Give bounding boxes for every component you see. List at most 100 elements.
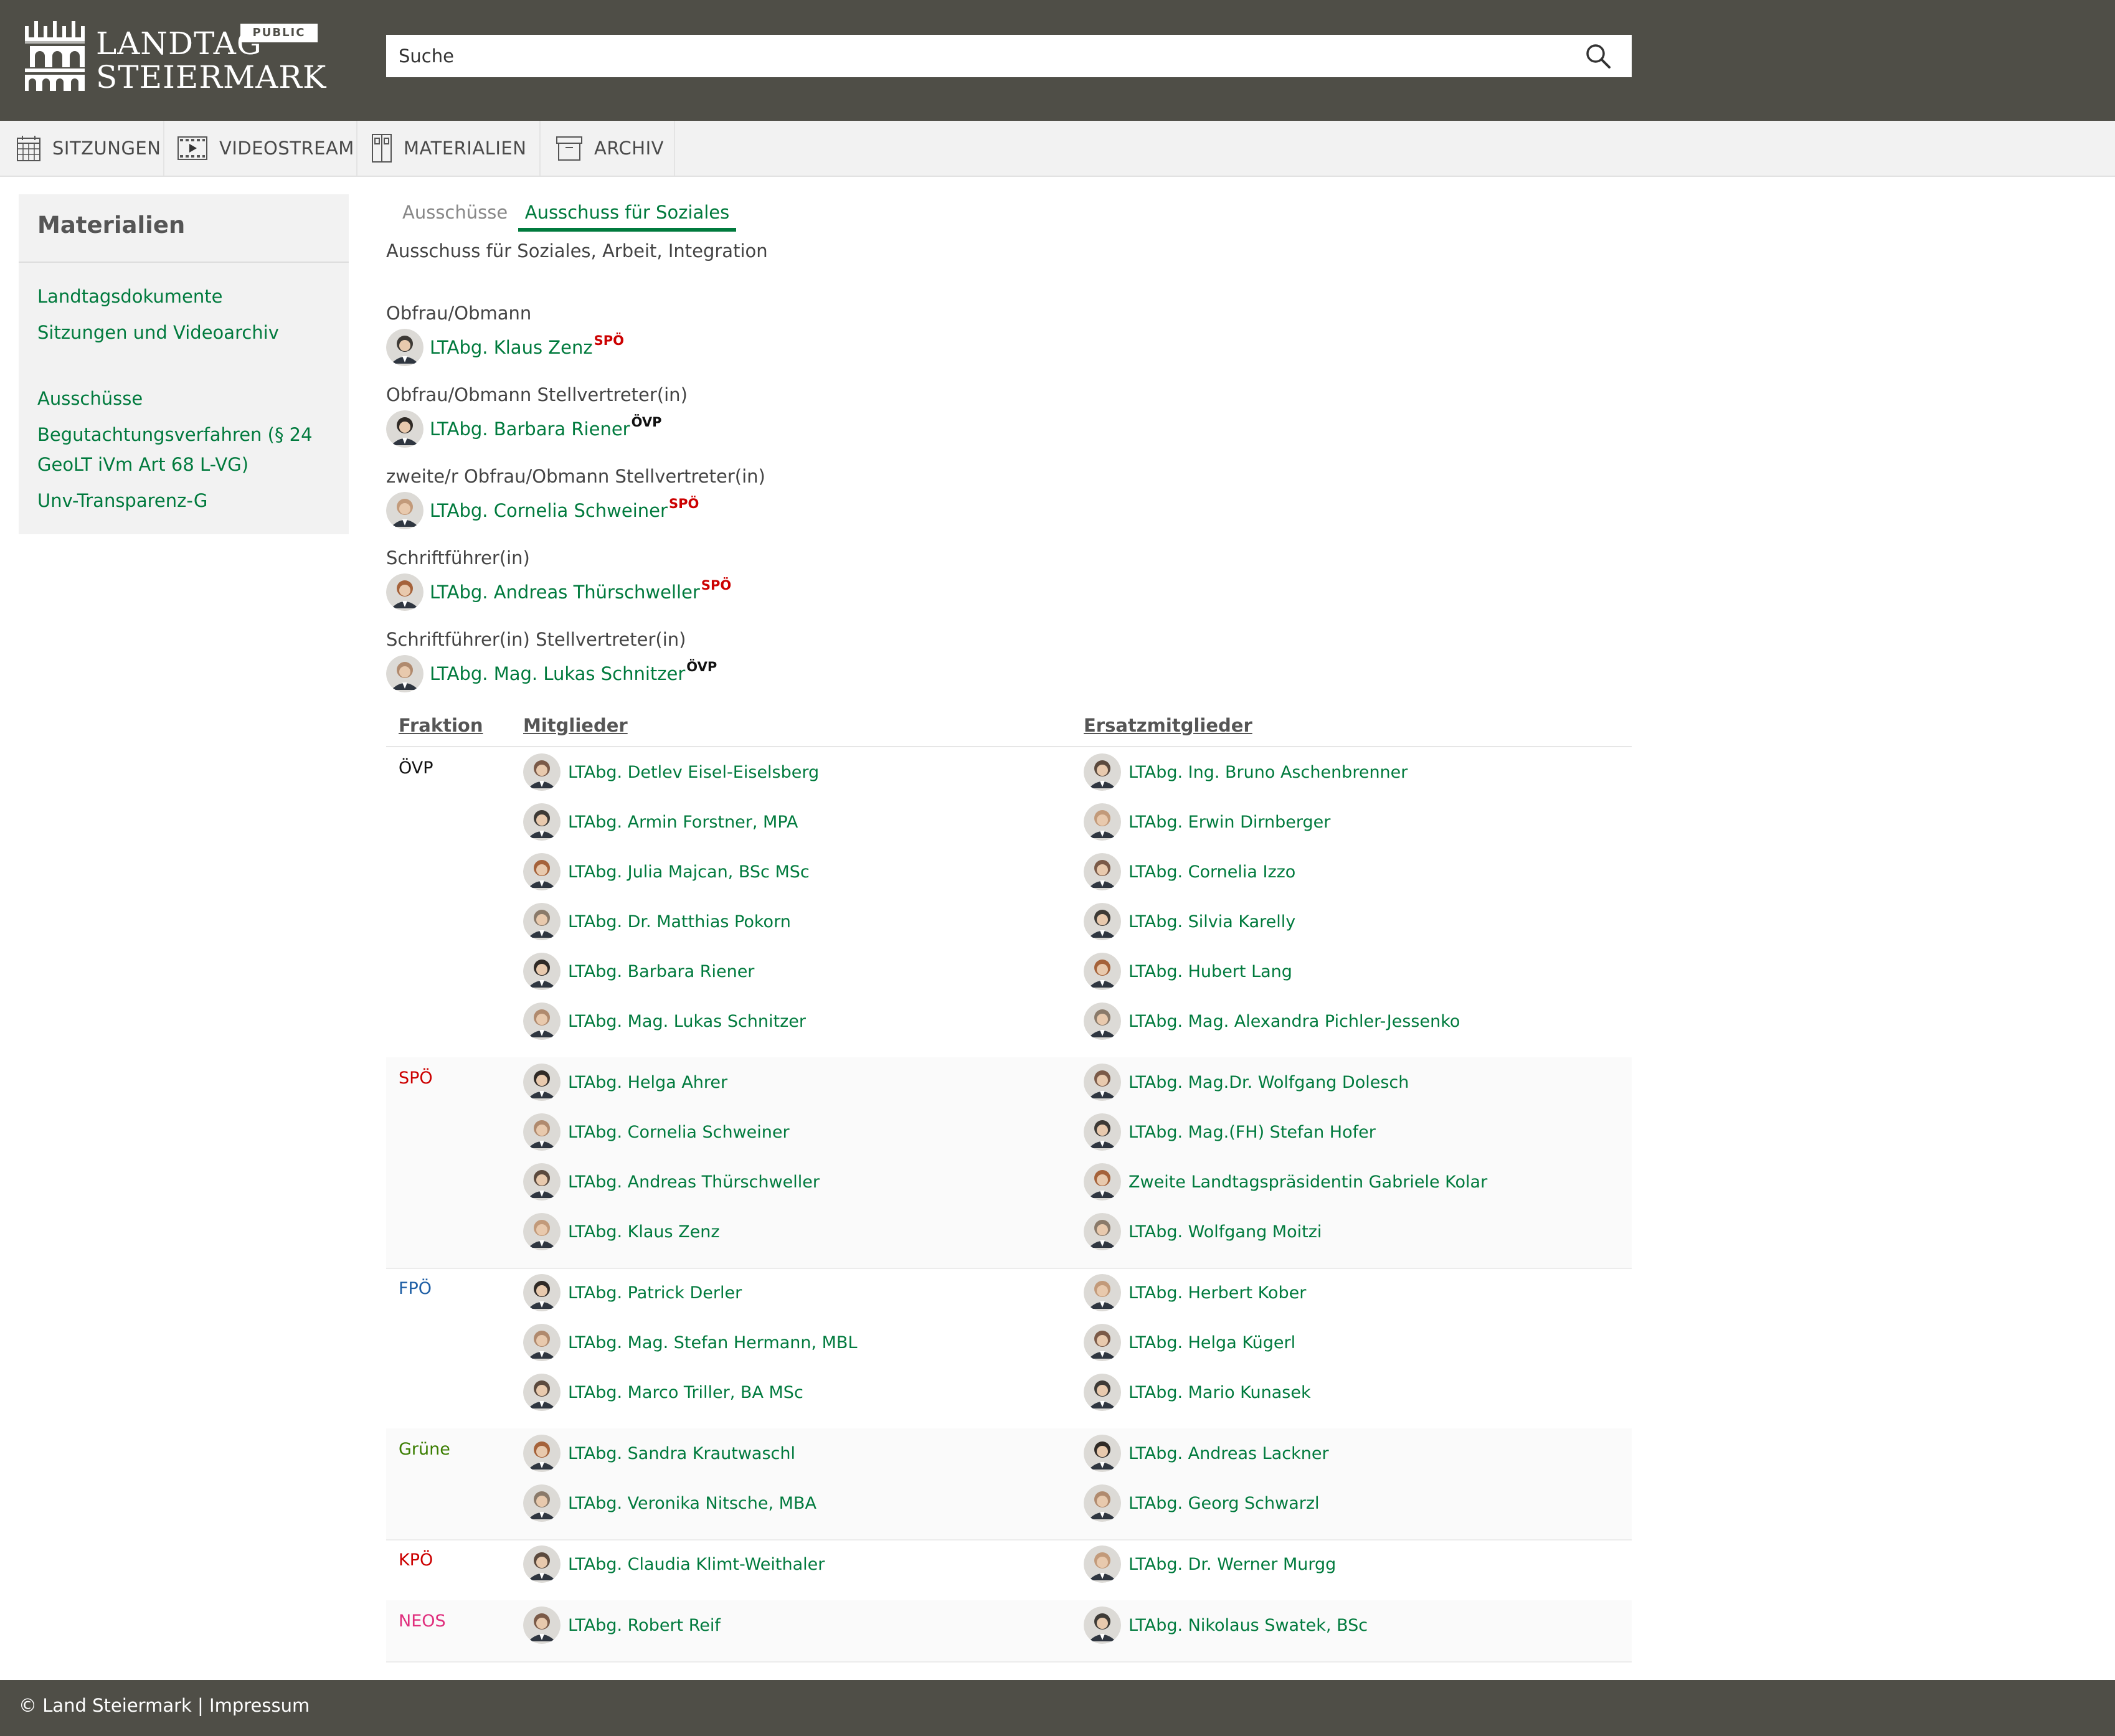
member-name-link[interactable]: LTAbg. Mag. Stefan Hermann, MBL [568, 1333, 858, 1352]
person-name[interactable]: LTAbg. Mag. Lukas Schnitzer [430, 663, 685, 684]
member-entry[interactable]: LTAbg. Cornelia Izzo [1084, 853, 1295, 890]
member-name-link[interactable]: LTAbg. Nikolaus Swatek, BSc [1128, 1616, 1368, 1635]
member-name-link[interactable]: Zweite Landtagspräsidentin Gabriele Kola… [1128, 1172, 1487, 1192]
member-entry[interactable]: LTAbg. Claudia Klimt-Weithaler [523, 1545, 825, 1583]
member-entry[interactable]: LTAbg. Patrick Derler [523, 1274, 742, 1311]
role-person[interactable]: LTAbg. Andreas ThürschwellerSPÖ [386, 573, 731, 611]
member-name-link[interactable]: LTAbg. Patrick Derler [568, 1283, 742, 1303]
sidebar-link-sitzungen-videoarchiv[interactable]: Sitzungen und Videoarchiv [37, 318, 330, 347]
member-name-link[interactable]: LTAbg. Andreas Thürschweller [568, 1172, 820, 1192]
member-entry[interactable]: LTAbg. Veronika Nitsche, MBA [523, 1484, 816, 1522]
member-entry[interactable]: LTAbg. Sandra Krautwaschl [523, 1435, 795, 1472]
member-entry[interactable]: LTAbg. Helga Ahrer [523, 1064, 727, 1101]
member-name-link[interactable]: LTAbg. Julia Majcan, BSc MSc [568, 862, 810, 882]
member-entry[interactable]: LTAbg. Mario Kunasek [1084, 1374, 1311, 1411]
person-link[interactable]: LTAbg. Mag. Lukas SchnitzerÖVP [430, 659, 717, 684]
member-entry[interactable]: Zweite Landtagspräsidentin Gabriele Kola… [1084, 1163, 1487, 1201]
person-name[interactable]: LTAbg. Klaus Zenz [430, 337, 593, 358]
person-name[interactable]: LTAbg. Cornelia Schweiner [430, 500, 668, 521]
member-name-link[interactable]: LTAbg. Dr. Werner Murgg [1128, 1555, 1336, 1574]
member-name-link[interactable]: LTAbg. Mag. Alexandra Pichler-Jessenko [1128, 1012, 1460, 1031]
member-entry[interactable]: LTAbg. Mag. Alexandra Pichler-Jessenko [1084, 1002, 1460, 1040]
member-entry[interactable]: LTAbg. Andreas Lackner [1084, 1435, 1329, 1472]
member-name-link[interactable]: LTAbg. Hubert Lang [1128, 962, 1292, 981]
member-name-link[interactable]: LTAbg. Armin Forstner, MPA [568, 813, 798, 832]
nav-sitzungen[interactable]: SITZUNGEN [0, 121, 164, 176]
search-icon[interactable] [1584, 42, 1612, 70]
member-name-link[interactable]: LTAbg. Cornelia Izzo [1128, 862, 1295, 882]
member-entry[interactable]: LTAbg. Andreas Thürschweller [523, 1163, 820, 1201]
member-entry[interactable]: LTAbg. Nikolaus Swatek, BSc [1084, 1606, 1368, 1644]
role-person[interactable]: LTAbg. Mag. Lukas SchnitzerÖVP [386, 655, 717, 692]
member-entry[interactable]: LTAbg. Ing. Bruno Aschenbrenner [1084, 753, 1408, 791]
member-name-link[interactable]: LTAbg. Dr. Matthias Pokorn [568, 912, 791, 932]
member-name-link[interactable]: LTAbg. Silvia Karelly [1128, 912, 1295, 932]
member-name-link[interactable]: LTAbg. Wolfgang Moitzi [1128, 1222, 1322, 1242]
member-entry[interactable]: LTAbg. Erwin Dirnberger [1084, 803, 1330, 841]
member-name-link[interactable]: LTAbg. Ing. Bruno Aschenbrenner [1128, 763, 1408, 782]
member-entry[interactable]: LTAbg. Hubert Lang [1084, 953, 1292, 990]
member-entry[interactable]: LTAbg. Mag. Stefan Hermann, MBL [523, 1324, 858, 1361]
member-entry[interactable]: LTAbg. Klaus Zenz [523, 1213, 720, 1250]
sidebar-link-unv-transparenz[interactable]: Unv-Transparenz-G [37, 486, 330, 516]
member-entry[interactable]: LTAbg. Marco Triller, BA MSc [523, 1374, 803, 1411]
column-header-mitglieder[interactable]: Mitglieder [523, 710, 628, 741]
member-name-link[interactable]: LTAbg. Erwin Dirnberger [1128, 813, 1330, 832]
member-entry[interactable]: LTAbg. Dr. Matthias Pokorn [523, 903, 791, 940]
member-entry[interactable]: LTAbg. Robert Reif [523, 1606, 721, 1644]
person-link[interactable]: LTAbg. Barbara RienerÖVP [430, 415, 662, 440]
member-entry[interactable]: LTAbg. Herbert Kober [1084, 1274, 1306, 1311]
member-entry[interactable]: LTAbg. Georg Schwarzl [1084, 1484, 1320, 1522]
person-link[interactable]: LTAbg. Klaus ZenzSPÖ [430, 333, 624, 358]
sidebar-link-ausschuesse[interactable]: Ausschüsse [37, 384, 330, 413]
column-header-fraktion[interactable]: Fraktion [399, 710, 483, 741]
member-entry[interactable]: LTAbg. Mag.(FH) Stefan Hofer [1084, 1113, 1376, 1151]
member-name-link[interactable]: LTAbg. Cornelia Schweiner [568, 1123, 790, 1142]
member-entry[interactable]: LTAbg. Barbara Riener [523, 953, 754, 990]
member-entry[interactable]: LTAbg. Dr. Werner Murgg [1084, 1545, 1336, 1583]
person-name[interactable]: LTAbg. Andreas Thürschweller [430, 582, 700, 603]
nav-archiv[interactable]: ARCHIV [541, 121, 675, 176]
member-entry[interactable]: LTAbg. Cornelia Schweiner [523, 1113, 790, 1151]
footer-copyright-impressum[interactable]: © Land Steiermark | Impressum [19, 1695, 310, 1716]
member-name-link[interactable]: LTAbg. Sandra Krautwaschl [568, 1444, 795, 1463]
member-name-link[interactable]: LTAbg. Herbert Kober [1128, 1283, 1306, 1303]
person-link[interactable]: LTAbg. Andreas ThürschwellerSPÖ [430, 578, 731, 603]
member-entry[interactable]: LTAbg. Wolfgang Moitzi [1084, 1213, 1322, 1250]
role-person[interactable]: LTAbg. Klaus ZenzSPÖ [386, 329, 624, 366]
nav-videostream[interactable]: VIDEOSTREAM [164, 121, 357, 176]
tab-ausschuesse[interactable]: Ausschüsse [402, 197, 508, 228]
member-name-link[interactable]: LTAbg. Robert Reif [568, 1616, 721, 1635]
member-entry[interactable]: LTAbg. Julia Majcan, BSc MSc [523, 853, 810, 890]
role-person[interactable]: LTAbg. Cornelia SchweinerSPÖ [386, 492, 699, 529]
member-entry[interactable]: LTAbg. Silvia Karelly [1084, 903, 1295, 940]
sidebar-link-begutachtungsverfahren[interactable]: Begutachtungsverfahren (§ 24 GeoLT iVm A… [37, 420, 330, 479]
member-name-link[interactable]: LTAbg. Mario Kunasek [1128, 1383, 1311, 1402]
member-name-link[interactable]: LTAbg. Marco Triller, BA MSc [568, 1383, 803, 1402]
member-name-link[interactable]: LTAbg. Mag.(FH) Stefan Hofer [1128, 1123, 1376, 1142]
column-header-ersatzmitglieder[interactable]: Ersatzmitglieder [1084, 710, 1252, 741]
member-name-link[interactable]: LTAbg. Georg Schwarzl [1128, 1494, 1320, 1513]
member-entry[interactable]: LTAbg. Detlev Eisel-Eiselsberg [523, 753, 819, 791]
member-name-link[interactable]: LTAbg. Mag. Lukas Schnitzer [568, 1012, 806, 1031]
person-link[interactable]: LTAbg. Cornelia SchweinerSPÖ [430, 496, 699, 521]
member-entry[interactable]: LTAbg. Armin Forstner, MPA [523, 803, 798, 841]
member-name-link[interactable]: LTAbg. Klaus Zenz [568, 1222, 720, 1242]
member-name-link[interactable]: LTAbg. Andreas Lackner [1128, 1444, 1329, 1463]
member-entry[interactable]: LTAbg. Helga Kügerl [1084, 1324, 1295, 1361]
member-name-link[interactable]: LTAbg. Helga Ahrer [568, 1073, 727, 1092]
search-input[interactable] [399, 35, 1569, 77]
sidebar-link-landtagsdokumente[interactable]: Landtagsdokumente [37, 281, 330, 311]
member-entry[interactable]: LTAbg. Mag.Dr. Wolfgang Dolesch [1084, 1064, 1409, 1101]
member-name-link[interactable]: LTAbg. Veronika Nitsche, MBA [568, 1494, 816, 1513]
member-name-link[interactable]: LTAbg. Mag.Dr. Wolfgang Dolesch [1128, 1073, 1409, 1092]
person-name[interactable]: LTAbg. Barbara Riener [430, 418, 630, 440]
member-name-link[interactable]: LTAbg. Helga Kügerl [1128, 1333, 1295, 1352]
member-name-link[interactable]: LTAbg. Detlev Eisel-Eiselsberg [568, 763, 819, 782]
member-name-link[interactable]: LTAbg. Claudia Klimt-Weithaler [568, 1555, 825, 1574]
tab-ausschuss-soziales[interactable]: Ausschuss für Soziales [518, 197, 736, 232]
role-person[interactable]: LTAbg. Barbara RienerÖVP [386, 410, 662, 448]
nav-materialien[interactable]: MATERIALIEN [357, 121, 541, 176]
member-name-link[interactable]: LTAbg. Barbara Riener [568, 962, 754, 981]
landtag-logo[interactable]: LANDTAG STEIERMARK PUBLIC [25, 19, 326, 97]
